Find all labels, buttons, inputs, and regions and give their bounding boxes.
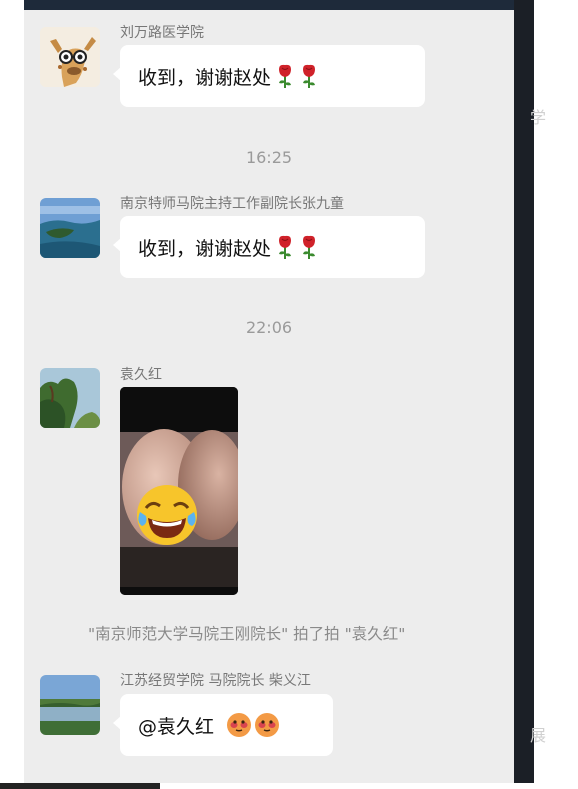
avatar-forest[interactable]: [40, 368, 100, 428]
system-message: "南京师范大学马院王刚院长" 拍了拍 "袁久红": [88, 625, 406, 643]
chat-window[interactable]: 刘万路医学院 收到，谢谢赵处 16:25 南京特师马院主持工作副院长张九童 收到…: [24, 0, 514, 783]
blushing-face-emoji-icon: [255, 713, 280, 737]
sender-name: 江苏经贸学院 马院院长 柴义江: [120, 673, 311, 689]
timestamp: 16:25: [245, 148, 293, 167]
timestamp: 22:06: [245, 318, 293, 337]
sender-name: 袁久红: [120, 367, 162, 383]
sender-name: 南京特师马院主持工作副院长张九童: [120, 196, 344, 212]
video-message[interactable]: [120, 387, 238, 595]
message-text: 收到，谢谢赵处: [138, 237, 272, 260]
cropped-text-fragment: [0, 783, 160, 789]
title-bar: [24, 0, 514, 10]
rose-icon: [279, 64, 292, 88]
rose-icon: [303, 64, 316, 88]
message-bubble[interactable]: 收到，谢谢赵处: [113, 216, 425, 278]
message-bubble[interactable]: @袁久红: [113, 694, 333, 756]
rose-icon: [279, 235, 292, 259]
left-margin: [0, 0, 24, 789]
message-bubble[interactable]: 收到，谢谢赵处: [113, 45, 425, 107]
bottom-edge: [0, 783, 578, 789]
background-window: 学 展: [514, 0, 578, 789]
rose-icon: [303, 235, 316, 259]
avatar-landscape[interactable]: [40, 198, 100, 258]
avatar-river[interactable]: [40, 675, 100, 735]
giraffe-avatar-icon: [40, 27, 100, 87]
background-text-bottom: 展: [530, 726, 547, 745]
sender-name: 刘万路医学院: [120, 25, 204, 41]
message-text: @袁久红: [138, 715, 215, 738]
avatar-giraffe[interactable]: [40, 27, 100, 87]
river-landscape-icon: [40, 675, 100, 735]
ocean-landscape-icon: [40, 198, 100, 258]
tears-of-joy-emoji-icon: [137, 485, 197, 545]
blushing-face-emoji-icon: [227, 713, 252, 737]
background-text-top: 学: [530, 108, 547, 127]
message-text: 收到，谢谢赵处: [138, 66, 272, 89]
forest-landscape-icon: [40, 368, 100, 428]
